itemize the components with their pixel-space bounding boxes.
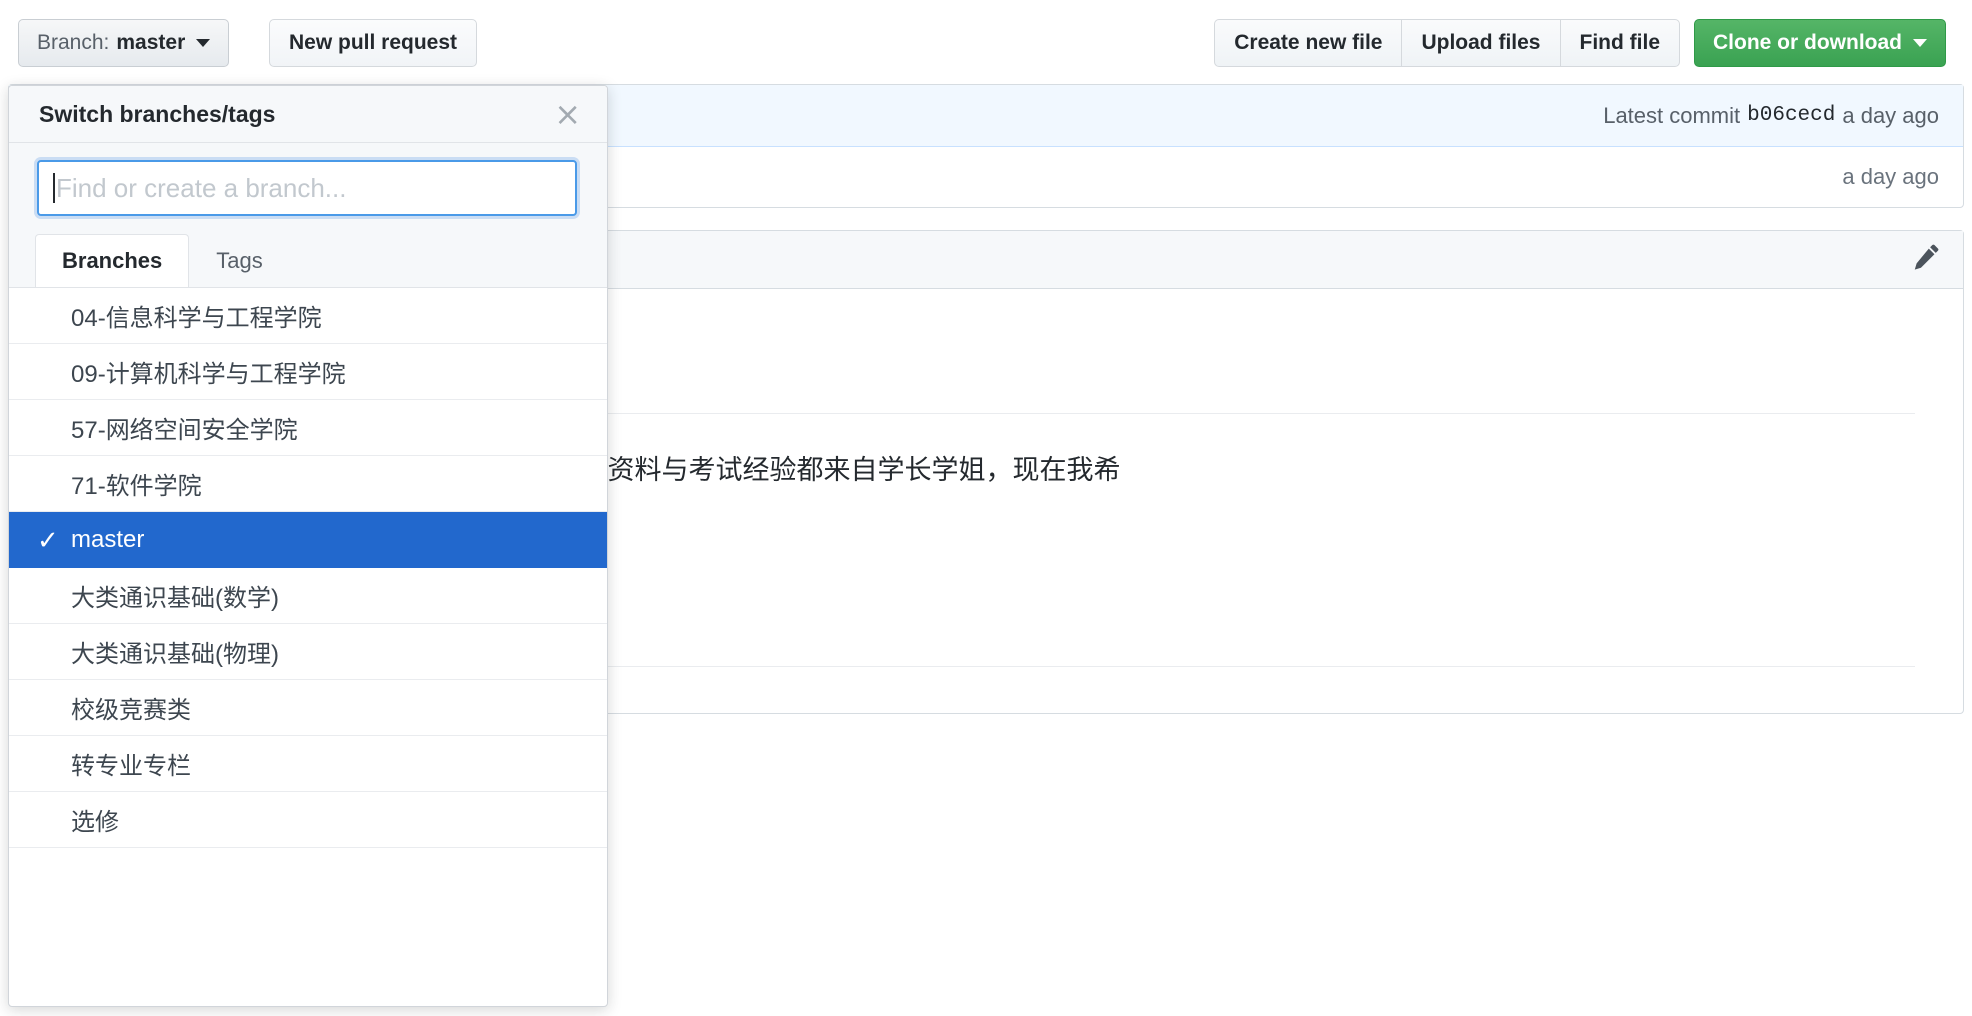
branch-item-label: 选修 xyxy=(71,809,119,836)
close-icon[interactable]: × xyxy=(550,98,585,130)
upload-files-label: Upload files xyxy=(1421,31,1541,54)
branch-item-label: 09-计算机科学与工程学院 xyxy=(71,361,346,388)
file-actions-button-group: Create new file Upload files Find file xyxy=(1214,19,1680,67)
branch-selector-button[interactable]: Branch: master xyxy=(18,19,230,67)
branch-list: 04-信息科学与工程学院 09-计算机科学与工程学院 57-网络空间安全学院 7… xyxy=(9,288,607,848)
branch-item-label: master xyxy=(71,525,145,553)
tab-tags[interactable]: Tags xyxy=(189,234,289,287)
branch-prefix-label: Branch: xyxy=(37,31,110,54)
tab-branches[interactable]: Branches xyxy=(35,234,190,287)
branch-filter-placeholder: Find or create a branch... xyxy=(56,172,347,203)
chevron-down-icon xyxy=(196,39,211,47)
check-icon: ✓ xyxy=(37,524,59,555)
branch-list-item[interactable]: 04-信息科学与工程学院 xyxy=(9,288,607,344)
branch-list-item[interactable]: 09-计算机科学与工程学院 xyxy=(9,344,607,400)
branch-list-item-selected[interactable]: ✓ master xyxy=(9,512,607,568)
create-new-file-button[interactable]: Create new file xyxy=(1214,19,1402,67)
branch-list-item[interactable]: 转专业专栏 xyxy=(9,736,607,792)
edit-pencil-icon[interactable] xyxy=(1911,242,1941,277)
find-file-label: Find file xyxy=(1579,31,1661,54)
clone-or-download-label: Clone or download xyxy=(1713,31,1902,54)
repo-actions-group: Create new file Upload files Find file C… xyxy=(1214,19,1946,67)
dropdown-title: Switch branches/tags xyxy=(39,100,276,127)
new-pull-request-label: New pull request xyxy=(289,31,458,54)
upload-files-button[interactable]: Upload files xyxy=(1401,19,1560,67)
branch-list-item[interactable]: 71-软件学院 xyxy=(9,456,607,512)
branch-item-label: 校级竞赛类 xyxy=(71,697,191,724)
branch-filter-input[interactable]: Find or create a branch... xyxy=(37,160,577,216)
commit-row-time: a day ago xyxy=(1842,164,1939,189)
latest-commit-label: Latest commit xyxy=(1603,102,1741,128)
find-file-button[interactable]: Find file xyxy=(1559,19,1680,67)
text-cursor xyxy=(53,173,55,203)
branch-list-item[interactable]: 大类通识基础(数学) xyxy=(9,568,607,624)
create-new-file-label: Create new file xyxy=(1234,31,1383,54)
branch-item-label: 大类通识基础(数学) xyxy=(71,585,279,612)
branch-item-label: 04-信息科学与工程学院 xyxy=(71,305,322,332)
branch-list-item[interactable]: 选修 xyxy=(9,792,607,848)
tab-branches-label: Branches xyxy=(62,248,163,273)
branch-list-item[interactable]: 57-网络空间安全学院 xyxy=(9,400,607,456)
branch-item-label: 转专业专栏 xyxy=(71,753,191,780)
new-pull-request-button[interactable]: New pull request xyxy=(269,19,478,67)
chevron-down-icon xyxy=(1913,39,1927,47)
branch-list-item[interactable]: 校级竞赛类 xyxy=(9,680,607,736)
dropdown-tabs: Branches Tags xyxy=(9,234,607,288)
switch-branches-dropdown: Switch branches/tags × Find or create a … xyxy=(8,85,608,1007)
branch-item-label: 大类通识基础(物理) xyxy=(71,641,279,668)
branch-item-label: 57-网络空间安全学院 xyxy=(71,417,298,444)
branch-name-label: master xyxy=(116,31,186,54)
branch-filter-wrapper: Find or create a branch... xyxy=(9,143,607,235)
dropdown-header: Switch branches/tags × xyxy=(9,86,607,143)
latest-commit-age: a day ago xyxy=(1842,102,1939,128)
commit-hash-link[interactable]: b06cecd xyxy=(1747,104,1835,127)
repo-toolbar: Branch: master New pull request Create n… xyxy=(0,0,1972,82)
tab-tags-label: Tags xyxy=(216,248,263,273)
branch-item-label: 71-软件学院 xyxy=(71,473,202,500)
branch-list-item[interactable]: 大类通识基础(物理) xyxy=(9,624,607,680)
clone-or-download-button[interactable]: Clone or download xyxy=(1694,19,1946,67)
